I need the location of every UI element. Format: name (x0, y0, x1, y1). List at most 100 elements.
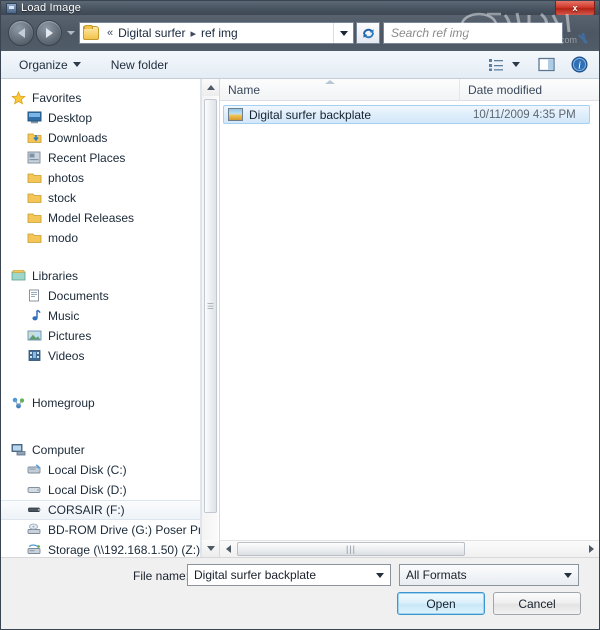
app-image-icon (6, 2, 17, 14)
file-name-cell: Digital surfer backplate (249, 107, 372, 122)
sidebar-label: Computer (32, 443, 85, 457)
sidebar-label: modo (48, 231, 79, 245)
usb-drive-icon (27, 503, 43, 517)
refresh-icon (362, 28, 374, 38)
optical-drive-icon (27, 523, 43, 537)
sidebar-label: Pictures (48, 329, 92, 343)
organize-button[interactable]: Organize (11, 55, 89, 75)
sidebar-group-libraries[interactable]: Libraries (1, 266, 200, 286)
refresh-button[interactable] (356, 22, 380, 44)
sidebar-item-local-disk-c[interactable]: Local Disk (C:) (1, 460, 200, 480)
sidebar-label: Videos (48, 349, 85, 363)
sidebar-label: Desktop (48, 111, 93, 125)
file-list-hscrollbar[interactable]: ||| (220, 540, 599, 557)
column-header-name[interactable]: Name (220, 78, 460, 101)
breadcrumb-prefix: « (107, 27, 114, 39)
caret-down-icon (512, 62, 520, 67)
sidebar-label: Music (48, 309, 80, 323)
file-format-value: All Formats (406, 568, 467, 582)
sidebar-label: Local Disk (D:) (48, 483, 127, 497)
organize-label: Organize (19, 57, 68, 72)
sidebar-item-documents[interactable]: Documents (1, 286, 200, 306)
sidebar-item-downloads[interactable]: Downloads (1, 128, 200, 148)
sidebar-label: Documents (48, 289, 109, 303)
network-drive-icon (27, 543, 43, 557)
folder-icon (27, 211, 43, 225)
scroll-up-icon (206, 85, 215, 90)
help-button[interactable]: i (569, 54, 590, 75)
sidebar-label: Homegroup (32, 396, 95, 410)
scrollbar-grip: ||| (345, 544, 356, 554)
sidebar-scrollbar-thumb[interactable]: ☰ (204, 99, 217, 513)
sidebar-item-pictures[interactable]: Pictures (1, 326, 200, 346)
file-list-pane: Name Date modified Digital surfer backpl… (219, 78, 599, 557)
help-icon: i (571, 56, 588, 73)
computer-icon (11, 443, 27, 457)
search-input[interactable]: Search ref img (383, 22, 563, 44)
navigation-sidebar[interactable]: Favorites Desktop Downloads Recent Place… (1, 79, 201, 557)
address-dropdown-button[interactable] (333, 23, 353, 43)
caret-down-icon (72, 62, 81, 67)
sidebar-item-music[interactable]: Music (1, 306, 200, 326)
preview-pane-button[interactable] (536, 55, 557, 74)
recent-places-icon (27, 151, 43, 165)
sidebar-item-desktop[interactable]: Desktop (1, 108, 200, 128)
videos-icon (27, 349, 43, 363)
sidebar-item-photos[interactable]: photos (1, 168, 200, 188)
file-name-input[interactable]: Digital surfer backplate (187, 564, 391, 586)
scroll-up-button[interactable] (202, 79, 219, 96)
sidebar-item-model-releases[interactable]: Model Releases (1, 208, 200, 228)
column-headers: Name Date modified (220, 78, 599, 101)
cancel-button[interactable]: Cancel (493, 592, 581, 615)
sort-ascending-icon (325, 80, 335, 84)
sidebar-item-local-disk-d[interactable]: Local Disk (D:) (1, 480, 200, 500)
libraries-icon (11, 269, 27, 283)
breadcrumb-item-0[interactable]: Digital surfer (118, 26, 185, 40)
pictures-icon (27, 329, 43, 343)
sidebar-group-homegroup[interactable]: Homegroup (1, 393, 200, 413)
hscrollbar-thumb[interactable]: ||| (237, 542, 465, 556)
column-header-date-modified[interactable]: Date modified (460, 79, 599, 101)
scroll-down-button[interactable] (202, 540, 219, 557)
sidebar-item-videos[interactable]: Videos (1, 346, 200, 366)
sidebar-item-storage-z[interactable]: Storage (\\192.168.1.50) (Z:) (1, 540, 200, 557)
sidebar-scrollbar[interactable]: ☰ (201, 79, 219, 557)
table-row[interactable]: Digital surfer backplate 10/11/2009 4:35… (223, 105, 590, 124)
caret-down-icon[interactable] (376, 573, 384, 578)
system-drive-icon (27, 463, 43, 477)
back-arrow-icon (17, 28, 25, 38)
view-dropdown-button[interactable] (510, 60, 522, 69)
navigation-bar: « Digital surfer ▸ ref img Search ref im… (1, 15, 599, 51)
scroll-left-icon (226, 545, 231, 553)
chevron-down-icon[interactable] (67, 31, 75, 35)
preview-pane-icon (538, 57, 555, 72)
sidebar-item-stock[interactable]: stock (1, 188, 200, 208)
sidebar-label: Storage (\\192.168.1.50) (Z:) (48, 543, 201, 557)
address-bar[interactable]: « Digital surfer ▸ ref img (79, 22, 354, 44)
forward-button[interactable] (36, 20, 62, 46)
scroll-right-button[interactable] (583, 541, 599, 557)
sidebar-group-computer[interactable]: Computer (1, 440, 200, 460)
sidebar-label: CORSAIR (F:) (48, 503, 125, 517)
sidebar-label: BD-ROM Drive (G:) Poser Pro (48, 523, 201, 537)
file-name-value: Digital surfer backplate (194, 568, 317, 582)
open-button[interactable]: Open (397, 592, 485, 615)
breadcrumb-item-1[interactable]: ref img (201, 26, 238, 40)
scrollbar-grip: ☰ (206, 301, 215, 311)
sidebar-item-bd-rom-drive-g[interactable]: BD-ROM Drive (G:) Poser Pro (1, 520, 200, 540)
file-format-select[interactable]: All Formats (399, 564, 579, 586)
sidebar-item-recent-places[interactable]: Recent Places (1, 148, 200, 168)
sidebar-item-modo[interactable]: modo (1, 228, 200, 248)
view-options-button[interactable] (486, 56, 506, 74)
desktop-icon (27, 111, 43, 125)
music-icon (27, 309, 43, 323)
back-button[interactable] (8, 20, 34, 46)
documents-icon (27, 289, 43, 303)
sidebar-label: Recent Places (48, 151, 126, 165)
scroll-left-button[interactable] (220, 541, 237, 557)
sidebar-group-favorites[interactable]: Favorites (1, 88, 200, 108)
close-button[interactable]: x (555, 1, 595, 16)
sidebar-item-corsair-f[interactable]: CORSAIR (F:) (1, 500, 200, 520)
title-bar: Load Image (1, 1, 599, 15)
new-folder-button[interactable]: New folder (103, 55, 176, 75)
